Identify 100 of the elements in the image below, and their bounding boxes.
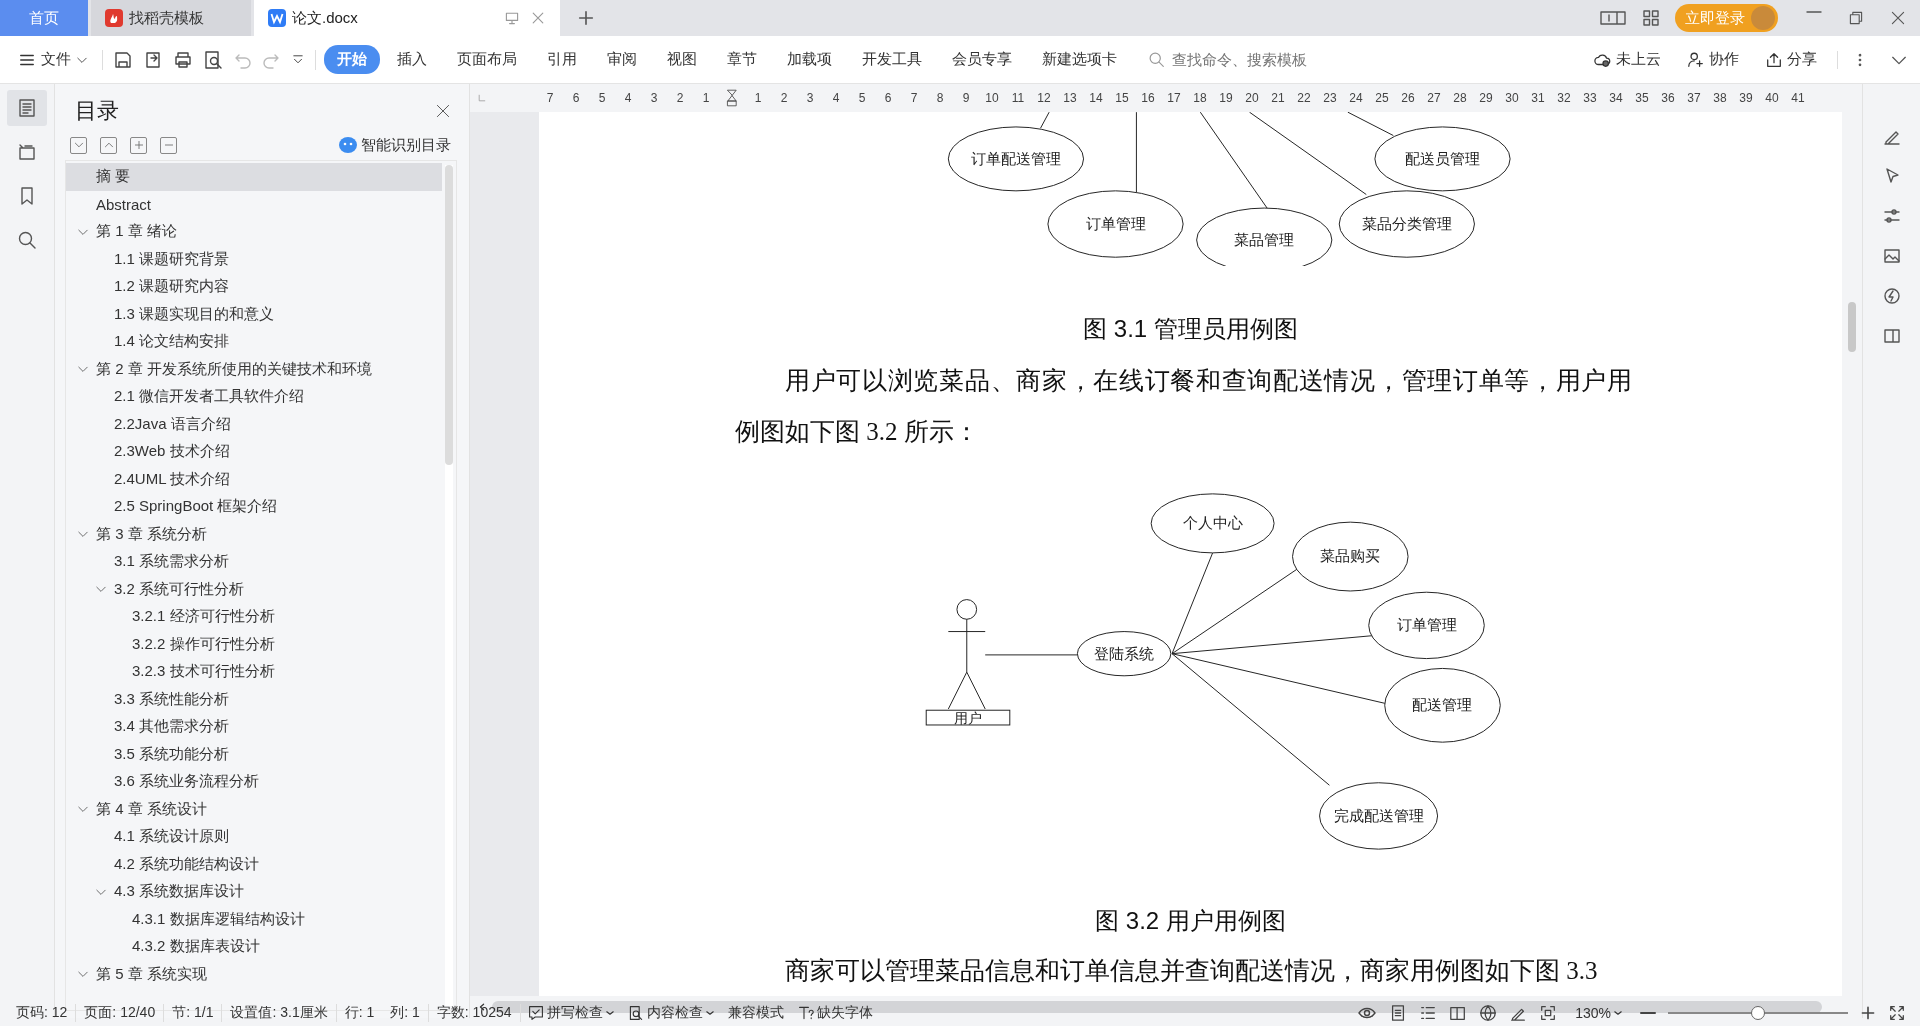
add-level-button[interactable] — [130, 136, 147, 154]
outline-list-icon — [17, 98, 37, 118]
monitor-icon — [504, 10, 520, 26]
toc-item[interactable]: 3.2 系统可行性分析 — [66, 575, 442, 603]
use-case-node: 菜品购买 — [1292, 521, 1409, 592]
document-tab[interactable]: 论文.docx — [254, 0, 560, 36]
toc-item[interactable]: 4.2 系统功能结构设计 — [66, 850, 442, 878]
document-tab[interactable]: 找稻壳模板 — [91, 0, 251, 36]
close-icon — [530, 10, 546, 26]
close-icon — [1890, 10, 1906, 26]
toc-item[interactable]: 3.1 系统需求分析 — [66, 548, 442, 576]
ribbon-tab[interactable]: 章节 — [714, 45, 770, 74]
toc-item[interactable]: 第 4 章 系统设计 — [66, 795, 442, 823]
toc-item[interactable]: 4.3.1 数据库逻辑结构设计 — [66, 905, 442, 933]
toc-item[interactable]: 第 1 章 绪论 — [66, 218, 442, 246]
sidebar-tool[interactable] — [7, 90, 47, 126]
toc-item[interactable]: 4.3.2 数据库表设计 — [66, 933, 442, 961]
use-case-node: 个人中心 — [1150, 493, 1275, 554]
toc-item[interactable]: 第 5 章 系统实现 — [66, 960, 442, 988]
toolbar-action[interactable]: 未上云 — [1588, 49, 1667, 70]
toc-item[interactable]: 1.2 课题研究内容 — [66, 273, 442, 301]
toolbar-action[interactable]: 分享 — [1759, 49, 1823, 70]
print-icon — [173, 49, 193, 70]
toc-item[interactable]: 3.3 系统性能分析 — [66, 685, 442, 713]
use-case-node: 完成配送管理 — [1319, 782, 1439, 850]
figure-caption: 图 3.2 用户用例图 — [1094, 906, 1287, 936]
use-case-node: 菜品分类管理 — [1338, 190, 1475, 258]
print-preview-icon — [203, 49, 223, 70]
grid-icon — [1641, 8, 1661, 28]
toc-item[interactable]: 3.2.2 操作可行性分析 — [66, 630, 442, 658]
tray-icon — [17, 142, 37, 162]
ribbon-tab[interactable]: 插入 — [384, 45, 440, 74]
toc-item[interactable]: 3.2.1 经济可行性分析 — [66, 603, 442, 631]
toc-item[interactable]: 第 3 章 系统分析 — [66, 520, 442, 548]
toc-item[interactable]: 3.5 系统功能分析 — [66, 740, 442, 768]
toolbar-action[interactable]: 协作 — [1681, 49, 1745, 70]
close-icon — [435, 103, 451, 119]
use-case-node: 配送员管理 — [1374, 126, 1511, 192]
plus-icon — [1860, 1005, 1876, 1021]
minimize-icon — [1806, 10, 1822, 14]
toc-item[interactable]: 4.1 系统设计原则 — [66, 823, 442, 851]
smart-toc-button[interactable]: 智能识别目录 — [333, 134, 457, 156]
dual-screen-icon — [1599, 8, 1627, 28]
ribbon-tab[interactable]: 页面布局 — [444, 45, 530, 74]
plus-icon — [577, 9, 595, 27]
plus-icon — [132, 139, 145, 151]
use-case-node: 订单配送管理 — [947, 126, 1085, 192]
toc-item[interactable]: 3.4 其他需求分析 — [66, 713, 442, 741]
save-icon — [113, 49, 133, 70]
toc-item[interactable]: 3.6 系统业务流程分析 — [66, 768, 442, 796]
ribbon-tab[interactable]: 加载项 — [774, 45, 845, 74]
status-field: 页码: 12 — [8, 1004, 77, 1022]
flame-logo-icon — [105, 9, 123, 27]
restore-icon — [1848, 10, 1864, 26]
lightning-icon — [1881, 286, 1902, 306]
status-tool[interactable]: 内容检查 — [620, 1004, 721, 1022]
ribbon-tab[interactable]: 开发工具 — [849, 45, 935, 74]
body-paragraph: 用户可以浏览菜品、商家，在线订餐和查询配送情况，管理订单等，用户用例图如下图 3.2 所示： — [735, 366, 1632, 447]
toc-item[interactable]: 1.4 论文结构安排 — [66, 328, 442, 356]
ribbon-tab[interactable]: 引用 — [534, 45, 590, 74]
slider-thumb[interactable] — [1751, 1006, 1765, 1020]
use-case-node: 订单管理 — [1368, 591, 1485, 660]
zoom-level[interactable]: 130% — [1569, 1004, 1628, 1022]
use-case-node: 登陆系统 — [1076, 631, 1172, 677]
remove-level-button[interactable] — [160, 136, 177, 154]
toc-item[interactable]: Abstract — [66, 190, 442, 218]
toc-item[interactable]: 第 2 章 开发系统所使用的关键技术和环境 — [66, 355, 442, 383]
status-field: 节: 1/1 — [164, 1004, 223, 1022]
fit-icon — [1539, 1004, 1558, 1022]
toc-item[interactable]: 2.1 微信开发者工具软件介绍 — [66, 383, 442, 411]
status-tool[interactable]: 拼写检查 — [520, 1004, 621, 1022]
person-plus-icon — [1687, 50, 1705, 69]
toc-item[interactable]: 2.3Web 技术介绍 — [66, 438, 442, 466]
use-case-node: 订单管理 — [1047, 190, 1184, 258]
status-tool[interactable]: 缺失字体 — [790, 1004, 880, 1022]
book-icon — [1449, 1004, 1468, 1022]
indent-marker-icon — [726, 87, 738, 109]
expand-button[interactable] — [70, 136, 87, 154]
ribbon-tab[interactable]: 视图 — [654, 45, 710, 74]
status-field: 行: 1 — [336, 1004, 383, 1022]
caret-icon — [1614, 1009, 1622, 1017]
toc-item[interactable]: 1.1 课题研究背景 — [66, 245, 442, 273]
toc-item[interactable]: 3.2.3 技术可行性分析 — [66, 658, 442, 686]
caret-icon — [605, 1009, 614, 1017]
toc-item[interactable]: 摘 要 — [66, 163, 442, 191]
actor-figure: 用户 — [925, 599, 1011, 726]
ribbon-tab[interactable]: 新建选项卡 — [1029, 45, 1130, 74]
file-menu[interactable]: 文件 — [12, 50, 94, 69]
toc-item[interactable]: 2.2Java 语言介绍 — [66, 410, 442, 438]
toc-item[interactable]: 2.4UML 技术介绍 — [66, 465, 442, 493]
ribbon-tab[interactable]: 会员专享 — [939, 45, 1025, 74]
status-tool[interactable]: 兼容模式 — [720, 1004, 791, 1022]
toc-item[interactable]: 1.3 课题实现目的和意义 — [66, 300, 442, 328]
ribbon-tab[interactable]: 审阅 — [594, 45, 650, 74]
fullscreen-icon — [1888, 1004, 1906, 1022]
scrollbar-thumb[interactable] — [1848, 302, 1856, 352]
toc-item[interactable]: 4.3 系统数据库设计 — [66, 878, 442, 906]
collapse-button[interactable] — [100, 136, 117, 154]
scrollbar-thumb[interactable] — [445, 165, 453, 465]
toc-item[interactable]: 2.5 SpringBoot 框架介绍 — [66, 493, 442, 521]
